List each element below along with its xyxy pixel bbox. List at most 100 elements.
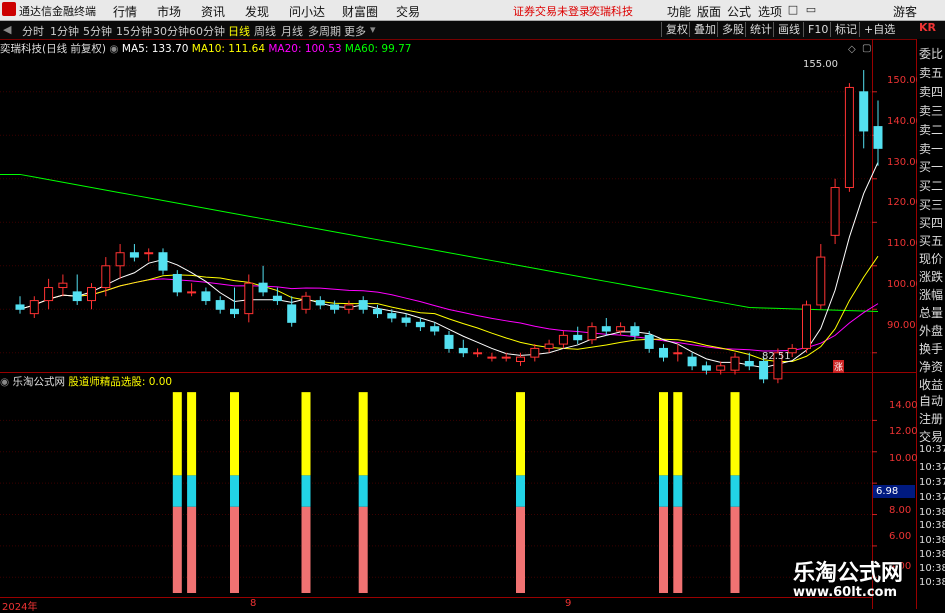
main-grid — [0, 91, 877, 354]
ma-lines — [0, 162, 879, 369]
indicator-bar-segment — [516, 392, 525, 476]
indicator-bar-segment — [358, 475, 368, 507]
candle-body — [172, 273, 182, 293]
candlestick-series — [15, 70, 883, 384]
candle-body — [873, 126, 883, 149]
candle-body — [144, 252, 154, 255]
side-panel-item: 委比 — [919, 47, 944, 61]
candle-body — [287, 304, 297, 323]
candle-body — [644, 334, 654, 349]
candle-body — [58, 282, 68, 289]
candle-body — [816, 256, 826, 306]
indicator-bar-segment — [673, 506, 683, 593]
candle-body — [516, 356, 525, 362]
side-panel-item: 外盘 — [919, 324, 944, 338]
candle-body — [15, 304, 25, 310]
candle-body — [72, 291, 82, 302]
indicator-bar-segment — [358, 392, 368, 476]
side-panel-item: 净资 — [919, 360, 944, 374]
candle-body — [230, 308, 239, 315]
candle-body — [558, 334, 568, 345]
indicator-bar-segment — [673, 392, 683, 476]
side-panel-item: 现价 — [919, 252, 944, 266]
side-panel-item: 买四 — [919, 216, 944, 230]
indicator-bar-segment — [659, 475, 668, 507]
indicator-bar-segment — [730, 392, 740, 476]
candle-body — [129, 252, 139, 258]
candle-body — [687, 356, 697, 367]
side-panel-item: 买三 — [919, 198, 944, 212]
candle-body — [415, 321, 425, 328]
side-panel-item: 卖一 — [919, 142, 944, 156]
side-panel-item: 换手 — [919, 342, 944, 356]
candle-body — [458, 347, 468, 354]
indicator-bar-segment — [358, 506, 368, 593]
side-panel-item: 买二 — [919, 179, 944, 193]
indicator-bar-segment — [301, 506, 311, 593]
candle-body — [258, 282, 268, 293]
candle-body — [759, 360, 769, 380]
candle-body — [802, 304, 811, 349]
candle-body — [730, 356, 740, 371]
candle-body — [544, 343, 554, 349]
indicator-tick: 10.00 — [889, 453, 918, 464]
side-panel-item: 卖五 — [919, 66, 944, 80]
watermark-title: 乐淘公式网 — [793, 561, 904, 586]
side-panel-item[interactable]: 自动 — [919, 392, 943, 409]
candle-body — [358, 300, 368, 310]
candle-body — [859, 91, 869, 132]
side-panel-item: 卖四 — [919, 85, 944, 99]
date-label: 2024年 — [2, 602, 38, 613]
indicator-tick: 6.00 — [889, 531, 912, 542]
indicator-bar-segment — [516, 475, 525, 507]
candle-body — [630, 326, 640, 336]
side-panel-item: 10:38 — [919, 507, 945, 518]
indicator-bar-segment — [673, 475, 683, 507]
candle-body — [601, 326, 611, 332]
sub-grid — [0, 419, 877, 578]
candle-body — [387, 313, 397, 319]
side-panel-item: 10:38 — [919, 535, 945, 546]
chart-canvas[interactable] — [0, 0, 945, 609]
candle-body — [272, 295, 282, 302]
indicator-bar-segment — [187, 506, 197, 593]
indicator-bar-segment — [301, 475, 311, 507]
indicator-bar-segment — [659, 506, 668, 593]
candle-body — [187, 291, 197, 294]
candle-body — [830, 186, 840, 236]
candle-body — [444, 334, 454, 349]
side-panel-item: 卖二 — [919, 123, 944, 137]
side-panel-item[interactable]: 交易 — [919, 428, 943, 445]
candle-body — [573, 334, 583, 341]
diamond-icon[interactable]: ◇ — [848, 44, 856, 55]
side-panel-item[interactable]: 注册 — [919, 410, 943, 427]
side-panel-item: 10:37 — [919, 492, 945, 503]
indicator-tick: 14.00 — [889, 400, 918, 411]
candle-body — [330, 304, 340, 310]
candle-body — [115, 252, 125, 267]
indicator-bar-segment — [187, 392, 197, 476]
expand-icon[interactable]: ▢ — [862, 43, 871, 54]
current-value-box: 6.98 — [873, 485, 915, 498]
candle-body — [673, 352, 683, 355]
indicator-bar-segment — [730, 506, 740, 593]
candle-body — [301, 295, 311, 310]
candle-body — [158, 252, 168, 271]
candle-body — [29, 300, 39, 315]
indicator-bar-segment — [659, 392, 668, 476]
side-panel-item: 收益 — [919, 378, 944, 392]
zhang-badge: 涨 — [833, 360, 845, 373]
candle-body — [344, 304, 354, 310]
side-panel-item: 10:38 — [919, 577, 945, 588]
candle-body — [616, 326, 626, 332]
indicator-bar-segment — [516, 506, 525, 593]
indicator-bar-segment — [301, 392, 311, 476]
side-panel-item: 10:37 — [919, 462, 945, 473]
side-panel-item: 卖三 — [919, 104, 944, 118]
indicator-tick: 8.00 — [889, 505, 912, 516]
candle-body — [716, 365, 726, 371]
date-label: 8 — [250, 598, 257, 609]
candle-body — [659, 347, 668, 358]
candle-body — [373, 308, 382, 315]
side-panel-item: 10:38 — [919, 549, 945, 560]
